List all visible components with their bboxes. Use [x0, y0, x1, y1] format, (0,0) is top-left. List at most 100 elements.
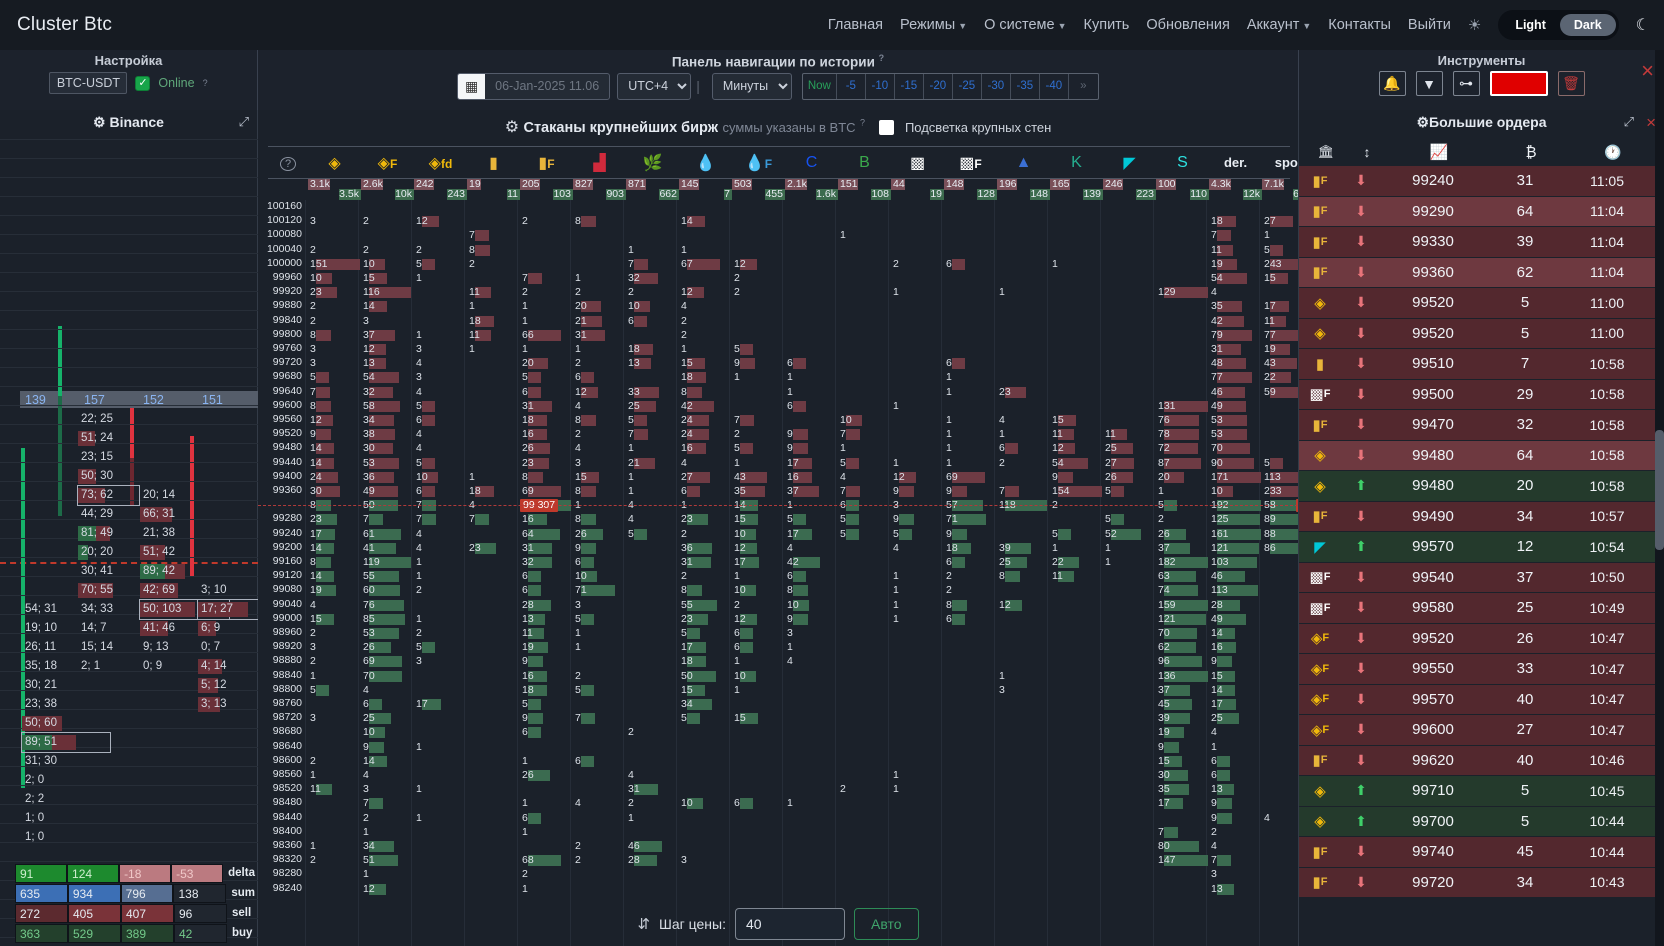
red-block-icon[interactable]: [1490, 71, 1548, 96]
exchange-logo-bingx[interactable]: S: [1156, 154, 1209, 172]
help-icon-history[interactable]: ?: [879, 53, 885, 63]
slider-icon[interactable]: ⊶: [1453, 71, 1480, 96]
bell-icon[interactable]: 🔔: [1379, 71, 1406, 96]
exchange-logo-huobi-futures[interactable]: 💧F: [732, 153, 785, 173]
exchange-logo-bybit-futures[interactable]: ▮F: [520, 153, 573, 173]
large-order-row[interactable]: ▮F⬇993303911:04: [1299, 227, 1664, 258]
theme-toggle[interactable]: LightDark: [1498, 10, 1618, 40]
large-order-row[interactable]: ▮F⬇992906411:04: [1299, 197, 1664, 228]
time-unit-select[interactable]: МинутыЧасыДни: [712, 73, 792, 100]
expand-icon-left[interactable]: ⤢: [239, 114, 249, 130]
large-order-row[interactable]: ◈F⬇996002710:47: [1299, 715, 1664, 746]
gear-icon-center[interactable]: ⚙: [505, 119, 519, 136]
exchange-logo-mexc[interactable]: ▟: [573, 153, 626, 173]
large-order-row[interactable]: ◈F⬇995704010:47: [1299, 685, 1664, 716]
time-step--10[interactable]: -10: [866, 74, 895, 99]
large-order-row[interactable]: ◈⬆994802010:58: [1299, 471, 1664, 502]
time-step--5[interactable]: -5: [837, 74, 866, 99]
time-step--40[interactable]: -40: [1040, 74, 1069, 99]
time-step--30[interactable]: -30: [982, 74, 1011, 99]
time-step-more[interactable]: »: [1069, 74, 1098, 99]
exchange-logo-huobi-spot[interactable]: 💧: [679, 153, 732, 173]
time-step--15[interactable]: -15: [895, 74, 924, 99]
time-step--35[interactable]: -35: [1011, 74, 1040, 99]
exchange-logo-bitfinex[interactable]: ▲: [997, 154, 1050, 172]
page-scrollbar[interactable]: [1655, 50, 1664, 946]
large-order-row[interactable]: ◈⬆99710510:45: [1299, 776, 1664, 807]
highlight-walls-checkbox[interactable]: [879, 120, 894, 135]
price-step-input[interactable]: [735, 908, 845, 940]
depth-cell: 16: [520, 669, 534, 683]
nav-link-0[interactable]: Главная: [828, 17, 883, 33]
large-order-row[interactable]: ▮F⬇997404510:44: [1299, 837, 1664, 868]
depth-bar: [1005, 571, 1020, 582]
filter-icon[interactable]: ▼: [1416, 71, 1443, 96]
nav-link-6[interactable]: Контакты: [1328, 17, 1391, 33]
time-step--25[interactable]: -25: [953, 74, 982, 99]
large-order-row[interactable]: ▩F⬇995403710:50: [1299, 563, 1664, 594]
exchange-logo-bybit-spot[interactable]: ▮: [467, 153, 520, 173]
large-order-row[interactable]: ◈⬇99520511:00: [1299, 288, 1664, 319]
exchange-logo-bitget[interactable]: ◤: [1103, 153, 1156, 173]
help-icon-online[interactable]: ?: [203, 78, 208, 88]
nav-link-2[interactable]: О системе▼: [984, 17, 1066, 33]
settings-title: Настройка: [0, 50, 257, 68]
time-step-Now[interactable]: Now: [803, 74, 837, 99]
close-tools-icon[interactable]: ×: [1641, 58, 1654, 84]
theme-dark-option[interactable]: Dark: [1560, 14, 1616, 36]
exchange-logo-coinbase[interactable]: C: [785, 154, 838, 172]
nav-link-7[interactable]: Выйти: [1408, 17, 1451, 33]
order-price: 99600: [1381, 721, 1485, 738]
large-order-row[interactable]: ▩F⬇995002910:58: [1299, 380, 1664, 411]
gear-icon-right[interactable]: ⚙: [1416, 114, 1429, 130]
sun-icon[interactable]: ☀: [1468, 16, 1481, 34]
timezone-select[interactable]: UTC+4UTC+0UTC+3: [617, 73, 691, 100]
auto-button[interactable]: Авто: [854, 908, 919, 940]
large-order-row[interactable]: ◈⬆99700510:44: [1299, 807, 1664, 838]
exchange-logo-binance-fd[interactable]: ◈fd: [414, 153, 467, 173]
datetime-picker[interactable]: ▦ 06-Jan-2025 11.06: [457, 73, 610, 100]
exchange-logo-derivatives[interactable]: der.: [1209, 154, 1262, 171]
help-icon-orderbook-col[interactable]: ?: [268, 154, 308, 171]
expand-icon-right[interactable]: ⤢: [1624, 114, 1634, 130]
nav-link-5[interactable]: Аккаунт▼: [1247, 17, 1311, 33]
exchange-logo-okx-futures[interactable]: ▩F: [944, 153, 997, 173]
large-order-row[interactable]: ▮F⬇992403111:05: [1299, 166, 1664, 197]
exchange-logo-kucoin[interactable]: K: [1050, 154, 1103, 172]
large-order-row[interactable]: ▮F⬇993606211:04: [1299, 258, 1664, 289]
depth-cell: 10: [361, 725, 375, 739]
large-order-row[interactable]: ▮F⬇996204010:46: [1299, 746, 1664, 777]
large-order-row[interactable]: ▩F⬇995802510:49: [1299, 593, 1664, 624]
exchange-logo-okx-spot[interactable]: ▩: [891, 153, 944, 173]
nav-link-4[interactable]: Обновления: [1146, 17, 1230, 33]
exchange-logo-binance-futures[interactable]: ◈F: [361, 153, 414, 173]
moon-icon[interactable]: ☾: [1636, 15, 1650, 35]
time-step--20[interactable]: -20: [924, 74, 953, 99]
large-order-row[interactable]: ◈⬇994806410:58: [1299, 441, 1664, 472]
gear-icon[interactable]: ⚙: [93, 114, 106, 130]
page-scrollbar-thumb[interactable]: [1655, 430, 1664, 550]
calendar-icon[interactable]: ▦: [458, 74, 485, 99]
large-order-row[interactable]: ◈⬇99520511:00: [1299, 319, 1664, 350]
secondary-toolbar: Настройка ✓ Online ? Панель навигации по…: [0, 50, 1664, 110]
depth-cell: 2: [308, 654, 316, 668]
nav-link-1[interactable]: Режимы▼: [900, 17, 967, 33]
exchange-logo-binance-spot[interactable]: ◈: [308, 153, 361, 173]
large-order-row[interactable]: ▮⬇99510710:58: [1299, 349, 1664, 380]
nav-link-3[interactable]: Купить: [1084, 17, 1130, 33]
trash-icon[interactable]: 🗑: [1558, 71, 1585, 96]
theme-light-option[interactable]: Light: [1501, 14, 1560, 36]
symbol-input[interactable]: [49, 72, 127, 94]
help-icon-orderbooks[interactable]: ?: [860, 118, 865, 128]
exchange-logo-bitstamp[interactable]: B: [838, 154, 891, 172]
large-order-row[interactable]: ◤⬆995701210:54: [1299, 532, 1664, 563]
large-orders-title-text: Большие ордера: [1429, 114, 1546, 130]
large-order-row[interactable]: ◈F⬇995503310:47: [1299, 654, 1664, 685]
large-order-row[interactable]: ▮F⬇994903410:57: [1299, 502, 1664, 533]
exchange-logo-gate[interactable]: 🌿: [626, 153, 679, 173]
large-order-row[interactable]: ▮F⬇994703210:58: [1299, 410, 1664, 441]
depth-cell: 2: [573, 356, 581, 370]
online-checkbox[interactable]: ✓: [135, 76, 150, 91]
large-order-row[interactable]: ◈F⬇995202610:47: [1299, 624, 1664, 655]
large-order-row[interactable]: ▮F⬇997203410:43: [1299, 868, 1664, 899]
